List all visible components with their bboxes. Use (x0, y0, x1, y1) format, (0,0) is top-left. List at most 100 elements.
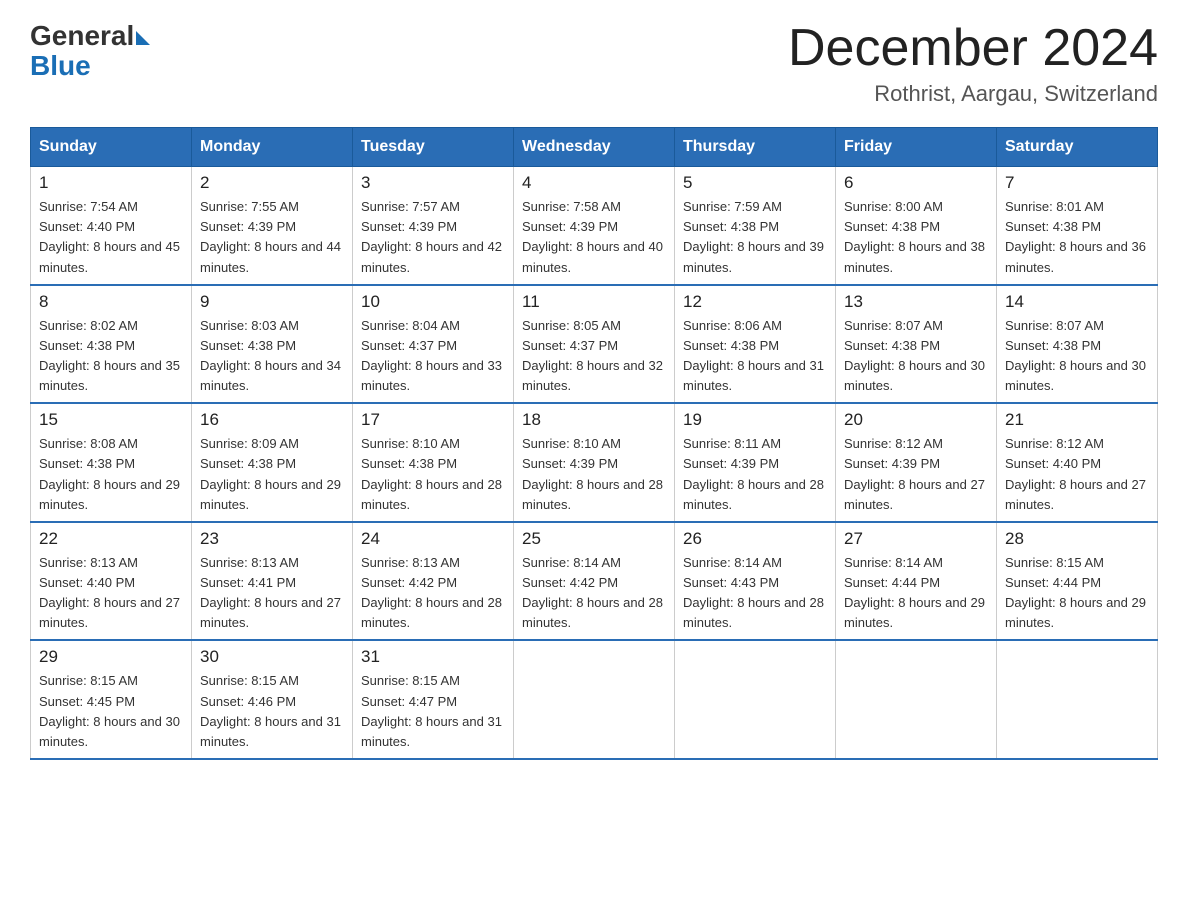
day-number: 24 (361, 529, 505, 549)
weekday-header-thursday: Thursday (675, 128, 836, 167)
day-info: Sunrise: 8:10 AMSunset: 4:38 PMDaylight:… (361, 434, 505, 515)
logo: General Blue (30, 20, 150, 80)
day-number: 25 (522, 529, 666, 549)
calendar-cell (836, 640, 997, 759)
calendar-week-4: 22 Sunrise: 8:13 AMSunset: 4:40 PMDayligh… (31, 522, 1158, 641)
day-info: Sunrise: 8:07 AMSunset: 4:38 PMDaylight:… (844, 316, 988, 397)
calendar-cell: 23 Sunrise: 8:13 AMSunset: 4:41 PMDayligh… (192, 522, 353, 641)
calendar-title: December 2024 (788, 20, 1158, 77)
day-info: Sunrise: 7:57 AMSunset: 4:39 PMDaylight:… (361, 197, 505, 278)
calendar-cell: 19 Sunrise: 8:11 AMSunset: 4:39 PMDayligh… (675, 403, 836, 522)
logo-blue-text: Blue (30, 52, 91, 80)
day-info: Sunrise: 8:01 AMSunset: 4:38 PMDaylight:… (1005, 197, 1149, 278)
day-number: 17 (361, 410, 505, 430)
day-number: 4 (522, 173, 666, 193)
day-info: Sunrise: 8:14 AMSunset: 4:44 PMDaylight:… (844, 553, 988, 634)
day-number: 29 (39, 647, 183, 667)
calendar-cell: 7 Sunrise: 8:01 AMSunset: 4:38 PMDaylight… (997, 167, 1158, 285)
day-number: 22 (39, 529, 183, 549)
day-number: 6 (844, 173, 988, 193)
weekday-header-sunday: Sunday (31, 128, 192, 167)
day-info: Sunrise: 8:12 AMSunset: 4:40 PMDaylight:… (1005, 434, 1149, 515)
day-number: 2 (200, 173, 344, 193)
calendar-cell: 21Sunrise: 8:12 AMSunset: 4:40 PMDayligh… (997, 403, 1158, 522)
title-block: December 2024 Rothrist, Aargau, Switzerl… (788, 20, 1158, 107)
day-number: 15 (39, 410, 183, 430)
day-info: Sunrise: 8:04 AMSunset: 4:37 PMDaylight:… (361, 316, 505, 397)
calendar-week-3: 15 Sunrise: 8:08 AMSunset: 4:38 PMDayligh… (31, 403, 1158, 522)
day-info: Sunrise: 8:14 AMSunset: 4:42 PMDaylight:… (522, 553, 666, 634)
day-info: Sunrise: 8:03 AMSunset: 4:38 PMDaylight:… (200, 316, 344, 397)
day-number: 19 (683, 410, 827, 430)
day-info: Sunrise: 8:07 AMSunset: 4:38 PMDaylight:… (1005, 316, 1149, 397)
day-info: Sunrise: 8:15 AMSunset: 4:47 PMDaylight:… (361, 671, 505, 752)
calendar-cell: 27Sunrise: 8:14 AMSunset: 4:44 PMDayligh… (836, 522, 997, 641)
calendar-cell (997, 640, 1158, 759)
calendar-cell: 22 Sunrise: 8:13 AMSunset: 4:40 PMDayligh… (31, 522, 192, 641)
calendar-cell: 15 Sunrise: 8:08 AMSunset: 4:38 PMDayligh… (31, 403, 192, 522)
calendar-cell: 9 Sunrise: 8:03 AMSunset: 4:38 PMDaylight… (192, 285, 353, 404)
calendar-cell: 13 Sunrise: 8:07 AMSunset: 4:38 PMDayligh… (836, 285, 997, 404)
day-number: 7 (1005, 173, 1149, 193)
day-info: Sunrise: 8:15 AMSunset: 4:46 PMDaylight:… (200, 671, 344, 752)
day-info: Sunrise: 8:13 AMSunset: 4:41 PMDaylight:… (200, 553, 344, 634)
day-number: 5 (683, 173, 827, 193)
calendar-cell: 29Sunrise: 8:15 AMSunset: 4:45 PMDayligh… (31, 640, 192, 759)
weekday-header-monday: Monday (192, 128, 353, 167)
calendar-cell: 12Sunrise: 8:06 AMSunset: 4:38 PMDayligh… (675, 285, 836, 404)
day-info: Sunrise: 7:55 AMSunset: 4:39 PMDaylight:… (200, 197, 344, 278)
logo-arrow-icon (136, 31, 150, 45)
calendar-week-1: 1 Sunrise: 7:54 AMSunset: 4:40 PMDaylight… (31, 167, 1158, 285)
calendar-cell: 24 Sunrise: 8:13 AMSunset: 4:42 PMDayligh… (353, 522, 514, 641)
day-number: 3 (361, 173, 505, 193)
day-info: Sunrise: 8:09 AMSunset: 4:38 PMDaylight:… (200, 434, 344, 515)
weekday-header-wednesday: Wednesday (514, 128, 675, 167)
calendar-cell (675, 640, 836, 759)
day-info: Sunrise: 8:08 AMSunset: 4:38 PMDaylight:… (39, 434, 183, 515)
day-number: 14 (1005, 292, 1149, 312)
calendar-body: 1 Sunrise: 7:54 AMSunset: 4:40 PMDaylight… (31, 167, 1158, 759)
day-number: 31 (361, 647, 505, 667)
weekday-header-tuesday: Tuesday (353, 128, 514, 167)
day-number: 13 (844, 292, 988, 312)
day-info: Sunrise: 8:13 AMSunset: 4:42 PMDaylight:… (361, 553, 505, 634)
calendar-cell: 30 Sunrise: 8:15 AMSunset: 4:46 PMDayligh… (192, 640, 353, 759)
calendar-week-5: 29Sunrise: 8:15 AMSunset: 4:45 PMDayligh… (31, 640, 1158, 759)
calendar-cell: 20Sunrise: 8:12 AMSunset: 4:39 PMDayligh… (836, 403, 997, 522)
day-number: 9 (200, 292, 344, 312)
calendar-cell: 1 Sunrise: 7:54 AMSunset: 4:40 PMDaylight… (31, 167, 192, 285)
calendar-cell: 25 Sunrise: 8:14 AMSunset: 4:42 PMDayligh… (514, 522, 675, 641)
calendar-cell: 14 Sunrise: 8:07 AMSunset: 4:38 PMDayligh… (997, 285, 1158, 404)
day-info: Sunrise: 8:05 AMSunset: 4:37 PMDaylight:… (522, 316, 666, 397)
day-info: Sunrise: 8:13 AMSunset: 4:40 PMDaylight:… (39, 553, 183, 634)
calendar-week-2: 8Sunrise: 8:02 AMSunset: 4:38 PMDaylight… (31, 285, 1158, 404)
day-info: Sunrise: 8:11 AMSunset: 4:39 PMDaylight:… (683, 434, 827, 515)
day-info: Sunrise: 8:14 AMSunset: 4:43 PMDaylight:… (683, 553, 827, 634)
weekday-header-friday: Friday (836, 128, 997, 167)
calendar-cell: 11Sunrise: 8:05 AMSunset: 4:37 PMDayligh… (514, 285, 675, 404)
day-number: 1 (39, 173, 183, 193)
day-number: 28 (1005, 529, 1149, 549)
calendar-cell (514, 640, 675, 759)
day-info: Sunrise: 7:54 AMSunset: 4:40 PMDaylight:… (39, 197, 183, 278)
weekday-row: SundayMondayTuesdayWednesdayThursdayFrid… (31, 128, 1158, 167)
day-info: Sunrise: 8:06 AMSunset: 4:38 PMDaylight:… (683, 316, 827, 397)
calendar-cell: 2 Sunrise: 7:55 AMSunset: 4:39 PMDaylight… (192, 167, 353, 285)
day-number: 30 (200, 647, 344, 667)
calendar-header: SundayMondayTuesdayWednesdayThursdayFrid… (31, 128, 1158, 167)
day-number: 10 (361, 292, 505, 312)
day-info: Sunrise: 7:58 AMSunset: 4:39 PMDaylight:… (522, 197, 666, 278)
day-number: 16 (200, 410, 344, 430)
calendar-cell: 16 Sunrise: 8:09 AMSunset: 4:38 PMDayligh… (192, 403, 353, 522)
calendar-table: SundayMondayTuesdayWednesdayThursdayFrid… (30, 127, 1158, 760)
day-number: 8 (39, 292, 183, 312)
calendar-cell: 10 Sunrise: 8:04 AMSunset: 4:37 PMDayligh… (353, 285, 514, 404)
day-info: Sunrise: 8:12 AMSunset: 4:39 PMDaylight:… (844, 434, 988, 515)
calendar-cell: 26Sunrise: 8:14 AMSunset: 4:43 PMDayligh… (675, 522, 836, 641)
calendar-subtitle: Rothrist, Aargau, Switzerland (788, 81, 1158, 107)
day-info: Sunrise: 8:00 AMSunset: 4:38 PMDaylight:… (844, 197, 988, 278)
day-number: 23 (200, 529, 344, 549)
calendar-cell: 4 Sunrise: 7:58 AMSunset: 4:39 PMDaylight… (514, 167, 675, 285)
calendar-cell: 18Sunrise: 8:10 AMSunset: 4:39 PMDayligh… (514, 403, 675, 522)
page-header: General Blue December 2024 Rothrist, Aar… (30, 20, 1158, 107)
